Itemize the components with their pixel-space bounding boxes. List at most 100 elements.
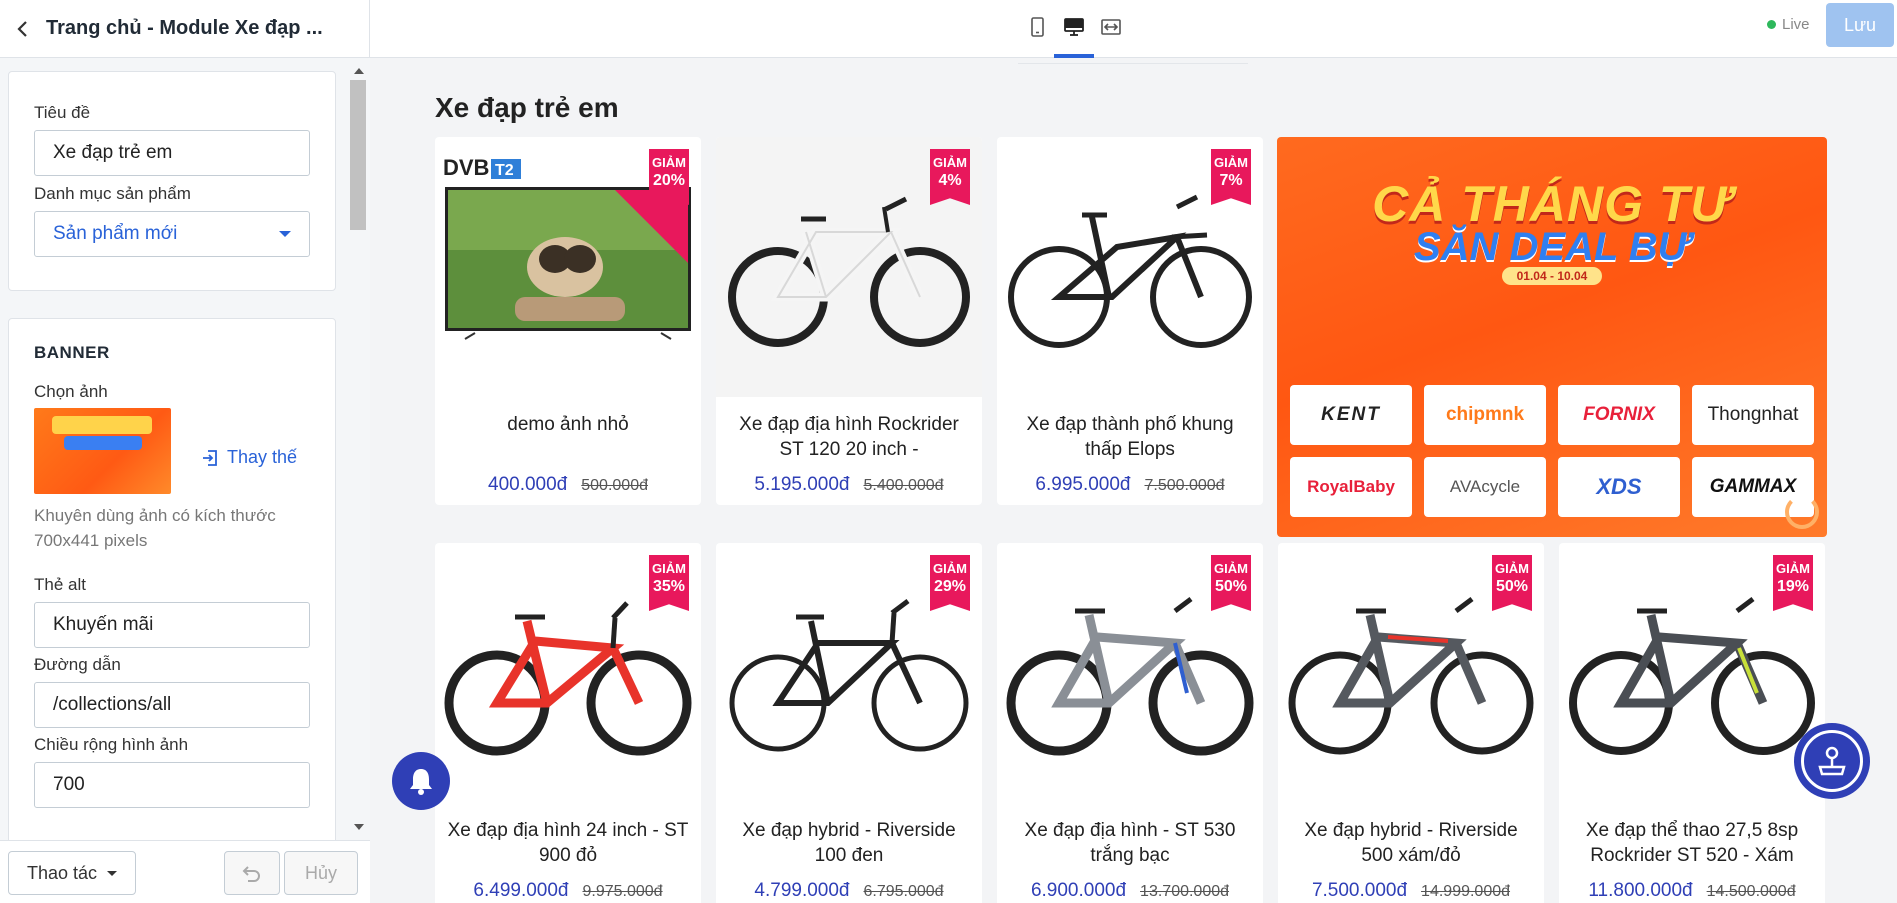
image-size-hint: Khuyên dùng ảnh có kích thước 700x441 pi… <box>34 506 276 550</box>
product-card[interactable]: GIẢM 7% Xe đạp thành phố khung thấp Elops… <box>997 137 1263 505</box>
game-launcher-button[interactable] <box>1794 723 1870 799</box>
product-card[interactable]: GIẢM 50% Xe đạp địa hình - ST 530 trắng b… <box>997 543 1263 903</box>
notification-button[interactable] <box>392 752 450 810</box>
thumbnail-headline-shape <box>52 416 152 434</box>
product-price: 5.195.000đ <box>754 474 850 495</box>
product-prices: 6.995.000đ 7.500.000đ <box>997 474 1263 496</box>
sidebar-scrollbar[interactable] <box>350 62 366 836</box>
choose-image-label: Chọn ảnh <box>34 382 108 401</box>
image-width-input[interactable]: 700 <box>34 762 310 808</box>
product-price: 400.000đ <box>488 474 568 495</box>
actions-button[interactable]: Thao tác <box>8 851 136 895</box>
caret-down-icon <box>279 231 291 237</box>
banner-settings-card: BANNER Chọn ảnh Thay thế Khuyên dùng ảnh… <box>8 318 336 840</box>
link-input[interactable]: /collections/all <box>34 682 310 728</box>
banner-decoration-icon <box>1785 495 1819 529</box>
scroll-down-icon[interactable] <box>354 824 364 830</box>
desktop-icon <box>1064 18 1084 36</box>
product-old-price: 7.500.000đ <box>1144 477 1225 494</box>
product-card[interactable]: GIẢM 50% Xe đạp hybrid - Riverside 500 xá… <box>1278 543 1544 903</box>
settings-panel: Tiêu đề Xe đạp trẻ em Danh mục sản phẩm … <box>0 58 370 840</box>
back-button[interactable] <box>12 19 32 39</box>
banner-heading: BANNER <box>34 343 110 362</box>
product-name: Xe đạp hybrid - Riverside 500 xám/đỏ <box>1304 820 1518 866</box>
discount-badge: GIẢM 19% <box>1773 555 1813 611</box>
product-name: Xe đạp thể thao 27,5 8sp Rockrider ST 52… <box>1585 820 1799 866</box>
cancel-button[interactable]: Hủy <box>284 851 358 895</box>
alt-input[interactable]: Khuyến mãi <box>34 602 310 648</box>
product-prices: 400.000đ 500.000đ <box>435 474 701 496</box>
actions-label: Thao tác <box>26 862 98 883</box>
product-name: demo ảnh nhỏ <box>507 414 629 435</box>
desktop-view-button[interactable] <box>1057 12 1091 42</box>
promo-banner[interactable]: CẢ THÁNG TƯ SĂN DEAL BỰ 01.04 - 10.04 KE… <box>1277 137 1827 537</box>
product-card[interactable]: GIẢM 4% Xe đạp địa hình Rockrider ST 120 … <box>716 137 982 505</box>
brand-logo-avacycle[interactable]: AVAcycle <box>1424 457 1546 517</box>
game-launcher-ring <box>1801 730 1863 792</box>
undo-button[interactable] <box>224 851 280 895</box>
save-button[interactable]: Lưu <box>1826 3 1894 47</box>
product-old-price: 14.500.000đ <box>1706 883 1796 900</box>
svg-text:DVB: DVB <box>443 155 489 180</box>
product-old-price: 13.700.000đ <box>1140 883 1230 900</box>
title-input[interactable]: Xe đạp trẻ em <box>34 130 310 176</box>
brand-logo-thongnhat[interactable]: Thongnhat <box>1692 385 1814 445</box>
live-status: Live <box>1767 16 1810 33</box>
product-price: 4.799.000đ <box>754 880 850 901</box>
mobile-view-button[interactable] <box>1020 12 1054 42</box>
caret-down-icon <box>107 870 118 876</box>
replace-image-button[interactable]: Thay thế <box>201 447 297 468</box>
svg-text:T2: T2 <box>495 162 514 179</box>
joystick-icon <box>1818 746 1846 776</box>
title-label: Tiêu đề <box>34 103 91 122</box>
product-prices: 4.799.000đ 6.795.000đ <box>716 880 982 902</box>
undo-icon <box>242 866 260 882</box>
image-width-label: Chiều rộng hình ảnh <box>34 735 189 754</box>
banner-date: 01.04 - 10.04 <box>1502 267 1602 285</box>
live-label: Live <box>1782 16 1810 33</box>
banner-subheadline: SĂN DEAL BỰ <box>1413 225 1691 269</box>
brand-logo-kent[interactable]: KENT <box>1290 385 1412 445</box>
product-name: Xe đạp địa hình Rockrider ST 120 20 inch… <box>739 414 959 460</box>
category-select-value: Sản phẩm mới <box>53 223 178 244</box>
product-card[interactable]: GIẢM 35% Xe đạp địa hình 24 inch - ST 900… <box>435 543 701 903</box>
discount-badge: GIẢM 50% <box>1492 555 1532 611</box>
product-price: 6.900.000đ <box>1030 880 1127 901</box>
product-prices: 5.195.000đ 5.400.000đ <box>716 474 982 496</box>
sidebar: Trang chủ - Module Xe đạp ... Tiêu đề Xe… <box>0 0 370 903</box>
discount-badge: GIẢM 50% <box>1211 555 1251 611</box>
replace-label: Thay thế <box>227 447 298 467</box>
title-settings-card: Tiêu đề Xe đạp trẻ em Danh mục sản phẩm … <box>8 71 336 291</box>
brand-logo-chipmunk[interactable]: chipmnk <box>1424 385 1546 445</box>
product-old-price: 5.400.000đ <box>863 477 944 494</box>
scroll-thumb[interactable] <box>350 80 366 230</box>
banner-thumbnail[interactable] <box>34 408 171 494</box>
preview-canvas: Xe đạp trẻ em DVB T2 GIẢM 20% demo ảnh nh… <box>370 58 1897 903</box>
product-name: Xe đạp địa hình 24 inch - ST 900 đỏ <box>447 820 689 866</box>
brand-logo-fornix[interactable]: FORNIX <box>1558 385 1680 445</box>
product-card[interactable]: GIẢM 19% Xe đạp thể thao 27,5 8sp Rockrid… <box>1559 543 1825 903</box>
discount-badge: GIẢM 35% <box>649 555 689 611</box>
section-title: Xe đạp trẻ em <box>435 92 619 123</box>
discount-badge: GIẢM 20% <box>649 149 689 205</box>
fullwidth-view-button[interactable] <box>1094 12 1128 42</box>
product-card[interactable]: DVB T2 GIẢM 20% demo ảnh nhỏ 400.000đ 500… <box>435 137 701 505</box>
scroll-up-icon[interactable] <box>354 68 364 74</box>
brand-logo-xds[interactable]: XDS <box>1558 457 1680 517</box>
alt-label: Thẻ alt <box>34 575 86 594</box>
brand-logo-royalbaby[interactable]: RoyalBaby <box>1290 457 1412 517</box>
discount-badge: GIẢM 4% <box>930 149 970 205</box>
product-prices: 6.900.000đ 13.700.000đ <box>997 880 1263 902</box>
product-old-price: 14.999.000đ <box>1421 883 1511 900</box>
sidebar-footer: Thao tác Hủy <box>0 840 370 903</box>
product-card[interactable]: GIẢM 29% Xe đạp hybrid - Riverside 100 đe… <box>716 543 982 903</box>
product-price: 6.499.000đ <box>473 880 569 901</box>
thumbnail-subheadline-shape <box>64 436 142 450</box>
sidebar-header: Trang chủ - Module Xe đạp ... <box>0 0 370 58</box>
product-price: 6.995.000đ <box>1035 474 1131 495</box>
discount-badge: GIẢM 7% <box>1211 149 1251 205</box>
product-old-price: 9.975.000đ <box>582 883 663 900</box>
category-select[interactable]: Sản phẩm mới <box>34 211 310 257</box>
product-name: Xe đạp hybrid - Riverside 100 đen <box>742 820 956 866</box>
link-label: Đường dẫn <box>34 655 121 674</box>
